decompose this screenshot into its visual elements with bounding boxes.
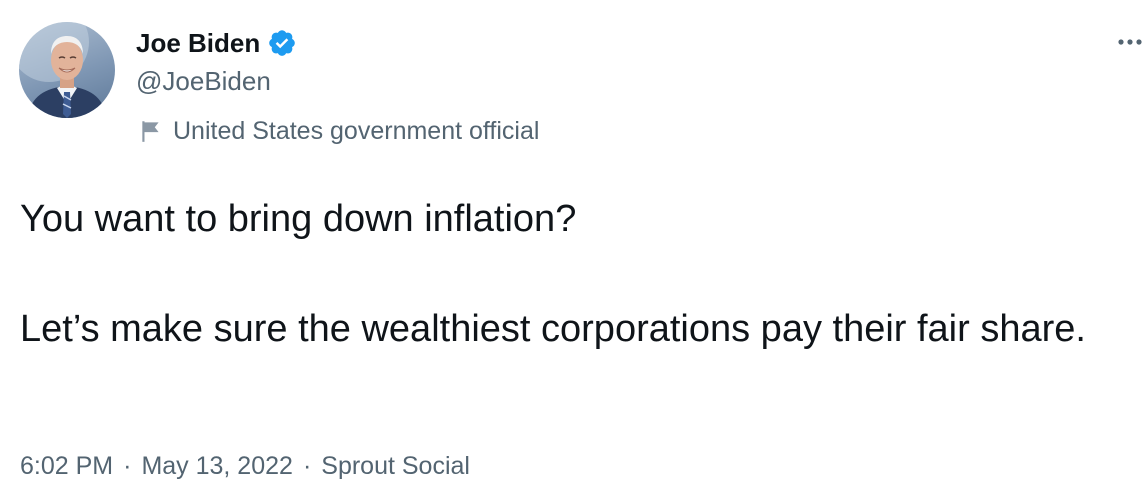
- ellipsis-icon: [1118, 39, 1142, 45]
- avatar-image: [19, 22, 107, 118]
- government-label[interactable]: United States government official: [173, 117, 539, 146]
- tweet-paragraph-1: You want to bring down inflation?: [20, 198, 577, 240]
- tweet-card: Joe Biden @JoeBiden United States govern…: [0, 0, 1148, 496]
- verified-badge-icon: [267, 28, 297, 58]
- tweet-date[interactable]: May 13, 2022: [141, 452, 293, 481]
- more-options-button[interactable]: [1108, 24, 1148, 60]
- tweet-text: You want to bring down inflation? Let’s …: [20, 192, 1130, 357]
- tweet-meta: 6:02 PM · May 13, 2022 · Sprout Social: [20, 448, 470, 484]
- meta-separator: ·: [302, 451, 312, 480]
- user-handle[interactable]: @JoeBiden: [136, 66, 271, 97]
- tweet-source[interactable]: Sprout Social: [321, 452, 470, 481]
- meta-separator: ·: [123, 451, 132, 480]
- flag-icon: [138, 118, 164, 144]
- display-name[interactable]: Joe Biden: [136, 28, 260, 59]
- tweet-time[interactable]: 6:02 PM: [20, 452, 113, 481]
- account-label: United States government official: [138, 114, 539, 148]
- tweet-paragraph-2: Let’s make sure the wealthiest corporati…: [20, 308, 1086, 350]
- avatar[interactable]: [19, 22, 115, 118]
- name-row: Joe Biden: [136, 26, 297, 60]
